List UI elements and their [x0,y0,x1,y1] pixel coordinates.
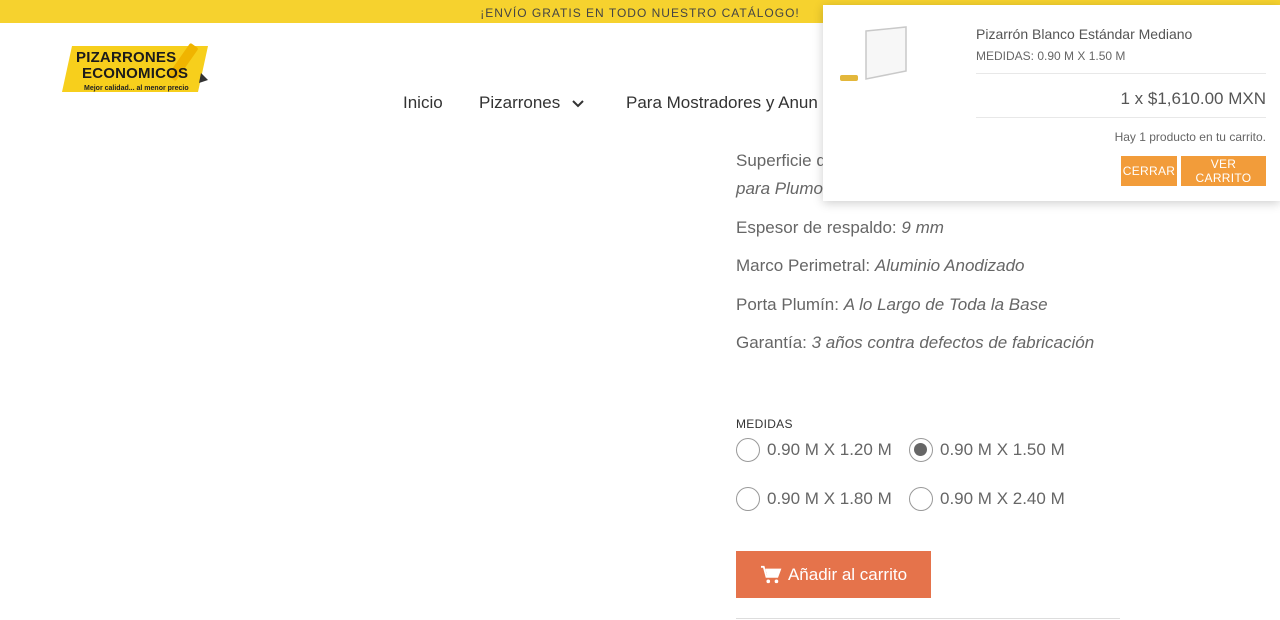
minicart-item-variant: MEDIDAS: 0.90 M X 1.50 M [976,49,1126,63]
nav-item-label: Pizarrones [479,93,561,112]
radio-button[interactable] [736,487,760,511]
logo-text-line1: PIZARRONES [76,49,177,66]
nav-item-mostradores[interactable]: Para Mostradores y Anun [626,93,818,113]
nav-item-label: Para Mostradores y Anun [626,93,818,112]
nav-item-inicio[interactable]: Inicio [403,93,443,113]
spec-value: Aluminio Anodizado [874,256,1025,275]
minicart-count-text: Hay 1 producto en tu carrito. [1114,130,1266,144]
promo-text: ¡ENVÍO GRATIS EN TODO NUESTRO CATÁLOGO! [480,6,800,20]
divider [976,73,1266,74]
spec-line: Espesor de respaldo: 9 mm [736,218,944,238]
spec-value: 3 años contra defectos de fabricación [811,333,1095,352]
nav-item-label: Inicio [403,93,443,112]
spec-label: Marco Perimetral: [736,256,875,275]
option-label: 0.90 M X 2.40 M [940,489,1065,508]
radio-button-selected[interactable] [909,438,933,462]
medida-option-1-80[interactable]: 0.90 M X 1.80 M [736,486,892,512]
option-label: 0.90 M X 1.50 M [940,440,1065,459]
add-to-cart-label: Añadir al carrito [787,564,908,584]
spec-value: A lo Largo de Toda la Base [843,295,1048,314]
medida-option-1-20[interactable]: 0.90 M X 1.20 M [736,437,892,463]
minicart-quantity-price: 1 x $1,610.00 MXN [1120,89,1266,108]
spec-label: Porta Plumín: [736,295,844,314]
radio-button[interactable] [736,438,760,462]
radio-button[interactable] [909,487,933,511]
add-to-cart-button[interactable]: Añadir al carrito [736,551,931,598]
divider [976,117,1266,118]
product-thumbnail[interactable] [838,19,956,89]
option-label: 0.90 M X 1.20 M [767,440,892,459]
close-button[interactable]: CERRAR [1121,156,1177,186]
spec-line: para Plumo [736,179,823,199]
medida-option-1-50[interactable]: 0.90 M X 1.50 M [909,437,1065,463]
minicart-popover: Pizarrón Blanco Estándar Mediano MEDIDAS… [823,5,1280,201]
spec-value: para Plumo [736,179,823,198]
view-cart-button[interactable]: VER CARRITO [1181,156,1266,186]
spec-label: Superficie d [736,151,826,170]
chevron-down-icon [571,94,585,114]
logo-tagline: Mejor calidad... al menor precio [84,85,189,92]
spec-line: Garantía: 3 años contra defectos de fabr… [736,333,1094,353]
spec-label: Espesor de respaldo: [736,218,902,237]
option-label: 0.90 M X 1.80 M [767,489,892,508]
medida-option-2-40[interactable]: 0.90 M X 2.40 M [909,486,1065,512]
spec-value: 9 mm [901,218,944,237]
spec-line: Marco Perimetral: Aluminio Anodizado [736,256,1025,276]
divider [736,618,1120,619]
logo-text-line2: ECONOMICOS [82,65,189,82]
nav-item-pizarrones[interactable]: Pizarrones [479,93,585,114]
site-logo[interactable]: PIZARRONES ECONOMICOS Mejor calidad... a… [58,40,218,100]
cart-icon [760,565,782,583]
minicart-item-title[interactable]: Pizarrón Blanco Estándar Mediano [976,26,1192,42]
medidas-label: MEDIDAS [736,417,793,431]
spec-line: Porta Plumín: A lo Largo de Toda la Base [736,295,1048,315]
spec-label: Garantía: [736,333,812,352]
spec-line: Superficie d [736,151,826,171]
